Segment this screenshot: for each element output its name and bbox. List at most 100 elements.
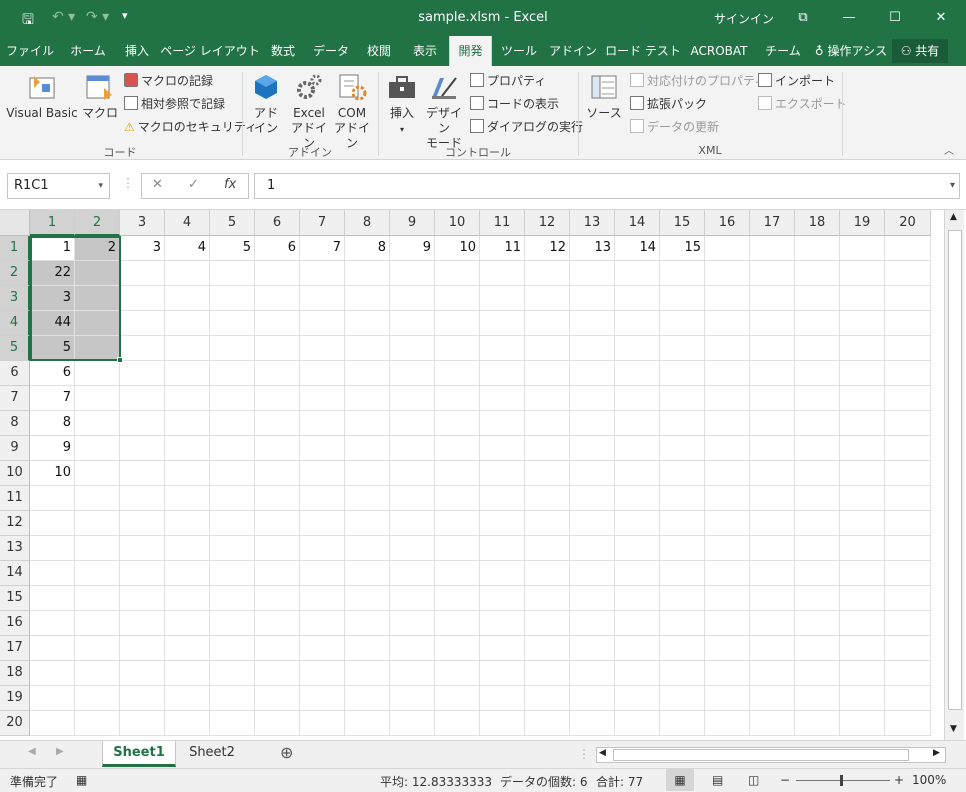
tab-page-layout[interactable]: ページ レイアウト — [160, 36, 260, 66]
cell[interactable] — [750, 536, 795, 561]
cell[interactable] — [255, 536, 300, 561]
cell[interactable] — [210, 411, 255, 436]
cell[interactable] — [165, 361, 210, 386]
cell[interactable]: 2 — [75, 236, 120, 261]
cell[interactable] — [210, 661, 255, 686]
cell[interactable] — [120, 361, 165, 386]
share-button[interactable]: ⚇ 共有 — [892, 39, 948, 63]
cell[interactable] — [165, 261, 210, 286]
cell[interactable] — [525, 436, 570, 461]
cell[interactable] — [660, 711, 705, 736]
cell[interactable] — [390, 336, 435, 361]
cell[interactable] — [300, 311, 345, 336]
cell[interactable] — [885, 361, 931, 386]
cell[interactable] — [570, 686, 615, 711]
cell[interactable] — [840, 311, 885, 336]
cell[interactable] — [795, 636, 840, 661]
cell[interactable] — [615, 261, 660, 286]
cell[interactable] — [165, 686, 210, 711]
cell[interactable] — [30, 611, 75, 636]
cell[interactable] — [615, 386, 660, 411]
cell[interactable] — [525, 686, 570, 711]
cell[interactable] — [705, 711, 750, 736]
cell[interactable] — [165, 561, 210, 586]
cell[interactable] — [390, 611, 435, 636]
cell[interactable] — [840, 336, 885, 361]
cell[interactable] — [525, 711, 570, 736]
row-header[interactable]: 3 — [0, 286, 30, 311]
scroll-left-icon[interactable]: ◀ — [599, 748, 606, 758]
cell[interactable] — [75, 486, 120, 511]
cell[interactable] — [165, 436, 210, 461]
cell[interactable] — [75, 261, 120, 286]
column-header[interactable]: 2 — [75, 210, 120, 236]
ribbon-display-icon[interactable]: ⧉ — [788, 6, 818, 30]
cell[interactable] — [435, 436, 480, 461]
expand-formula-icon[interactable]: ▾ — [950, 174, 955, 198]
row-header[interactable]: 2 — [0, 261, 30, 286]
scroll-up-icon[interactable]: ▲ — [950, 212, 957, 222]
cell[interactable] — [120, 411, 165, 436]
design-mode-button[interactable]: デザイン モード — [422, 72, 466, 151]
cell[interactable] — [705, 461, 750, 486]
cell[interactable] — [885, 486, 931, 511]
cell[interactable] — [390, 361, 435, 386]
name-box[interactable]: R1C1 ▾ — [7, 173, 110, 199]
cell[interactable] — [660, 586, 705, 611]
cell[interactable] — [660, 261, 705, 286]
split-handle-icon[interactable]: ⋮ — [578, 747, 590, 761]
cell[interactable] — [795, 561, 840, 586]
cell[interactable] — [795, 386, 840, 411]
cell[interactable] — [570, 536, 615, 561]
cell[interactable] — [660, 436, 705, 461]
cell[interactable] — [435, 461, 480, 486]
minimize-button[interactable]: — — [834, 6, 864, 30]
cell[interactable] — [345, 711, 390, 736]
cell[interactable] — [840, 686, 885, 711]
cell[interactable] — [525, 261, 570, 286]
cell[interactable] — [750, 436, 795, 461]
cell[interactable]: 9 — [390, 236, 435, 261]
row-header[interactable]: 20 — [0, 711, 30, 736]
cell[interactable] — [750, 311, 795, 336]
cell[interactable] — [885, 461, 931, 486]
column-header[interactable]: 4 — [165, 210, 210, 236]
cell[interactable] — [255, 611, 300, 636]
cell[interactable] — [120, 336, 165, 361]
cell[interactable] — [840, 411, 885, 436]
cell[interactable] — [795, 336, 840, 361]
cell[interactable] — [435, 636, 480, 661]
cell[interactable] — [390, 511, 435, 536]
row-header[interactable]: 1 — [0, 236, 30, 261]
cell[interactable] — [570, 311, 615, 336]
row-header[interactable]: 17 — [0, 636, 30, 661]
cell[interactable] — [570, 461, 615, 486]
cell[interactable] — [660, 661, 705, 686]
close-button[interactable]: ✕ — [926, 6, 956, 30]
next-sheet-icon[interactable]: ▶ — [56, 746, 64, 757]
cell[interactable] — [885, 611, 931, 636]
cell[interactable] — [120, 586, 165, 611]
cell[interactable] — [885, 386, 931, 411]
cell[interactable] — [210, 686, 255, 711]
cell[interactable] — [435, 686, 480, 711]
zoom-out-icon[interactable]: − — [780, 773, 790, 787]
addins-button[interactable]: アド イン — [250, 72, 282, 136]
tab-data[interactable]: データ — [308, 36, 354, 66]
column-header[interactable]: 18 — [795, 210, 840, 236]
cell[interactable] — [480, 286, 525, 311]
column-header[interactable]: 17 — [750, 210, 795, 236]
insert-function-icon[interactable]: fx — [224, 177, 236, 192]
cell[interactable] — [615, 561, 660, 586]
column-header[interactable]: 11 — [480, 210, 525, 236]
cell[interactable] — [120, 636, 165, 661]
formula-input[interactable]: 1 ▾ — [254, 173, 960, 199]
maximize-button[interactable]: ☐ — [880, 6, 910, 30]
column-header[interactable]: 10 — [435, 210, 480, 236]
cell[interactable] — [345, 586, 390, 611]
cell[interactable] — [210, 386, 255, 411]
cell[interactable] — [210, 611, 255, 636]
cell[interactable] — [210, 511, 255, 536]
cell[interactable] — [390, 561, 435, 586]
column-header[interactable]: 20 — [885, 210, 931, 236]
